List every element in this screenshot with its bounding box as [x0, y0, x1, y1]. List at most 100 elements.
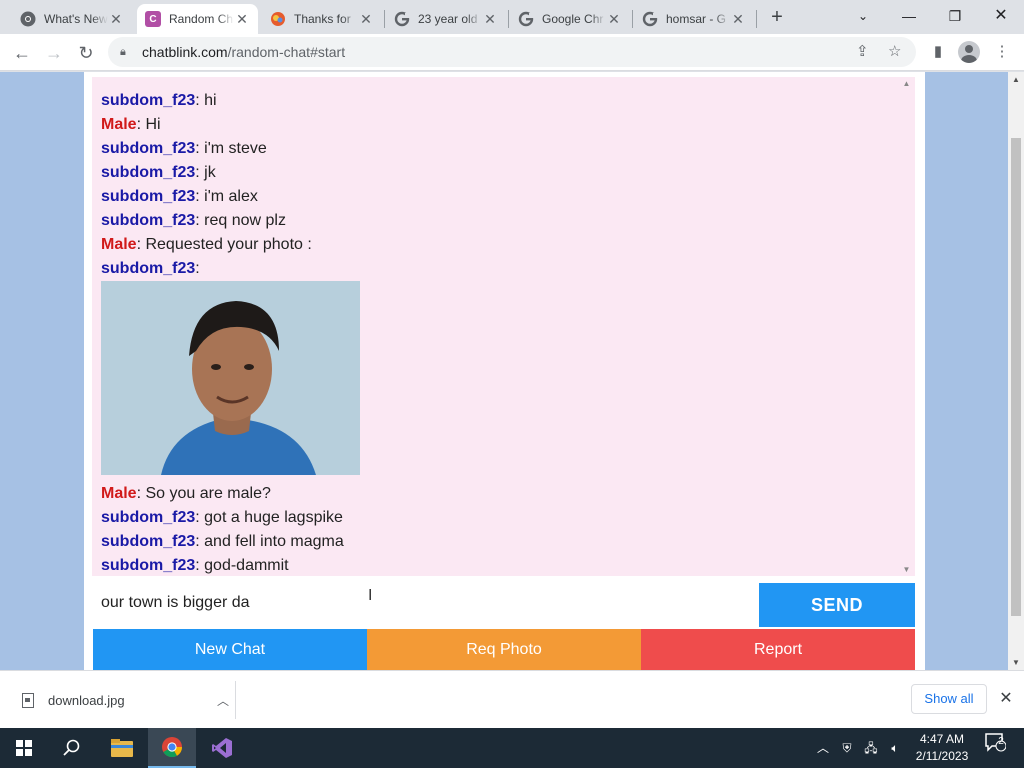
tab-title: Google Chr: [542, 12, 604, 26]
scroll-up-icon[interactable]: ▲: [898, 79, 915, 88]
tab-title: homsar - G: [666, 12, 727, 26]
notification-icon[interactable]: 2: [980, 728, 1010, 768]
tab-23-year-old[interactable]: 23 year old ✕: [386, 4, 506, 34]
security-tray-icon[interactable]: ⛨: [836, 728, 858, 768]
download-item[interactable]: download.jpg ︿: [10, 681, 236, 719]
volume-icon[interactable]: 🔈︎: [884, 728, 906, 768]
message-separator: :: [195, 188, 205, 205]
message-separator: :: [195, 260, 200, 277]
text-cursor-icon: I: [368, 587, 373, 604]
tab-title: 23 year old: [418, 12, 478, 26]
message-input[interactable]: [92, 579, 759, 627]
scroll-up-icon[interactable]: ▲: [1008, 75, 1024, 84]
chat-actions: New Chat Req Photo Report: [93, 629, 915, 670]
tab-separator: [384, 10, 385, 28]
clock-date: 2/11/2023: [915, 749, 969, 763]
close-icon[interactable]: ✕: [996, 685, 1016, 713]
tab-google-chrome[interactable]: Google Chr ✕: [510, 4, 630, 34]
message-text: req now plz: [204, 212, 286, 229]
address-bar[interactable]: 🔒︎ chatblink.com/random-chat#start ⇪ ☆: [108, 37, 916, 67]
close-tab-icon[interactable]: ✕: [358, 11, 374, 28]
scrollbar-thumb[interactable]: [1011, 138, 1021, 616]
clock-time: 4:47 AM: [919, 732, 965, 746]
windows-start-icon[interactable]: [0, 728, 48, 768]
shared-photo[interactable]: [101, 281, 360, 475]
chat-message: subdom_f23: god-dammit: [101, 554, 289, 576]
message-author: subdom_f23: [101, 533, 196, 550]
reload-icon[interactable]: ↻: [73, 40, 99, 66]
tab-separator: [756, 10, 757, 28]
message-author: subdom_f23: [101, 509, 196, 526]
minimize-icon[interactable]: —: [886, 0, 932, 32]
message-text: i'm alex: [204, 188, 258, 205]
scroll-down-icon[interactable]: ▼: [1008, 658, 1024, 667]
message-text: Requested your photo :: [145, 236, 312, 253]
file-explorer-icon[interactable]: [98, 728, 146, 768]
message-author: Male: [101, 485, 137, 502]
chat-message: Male: So you are male?: [101, 482, 271, 506]
scroll-down-icon[interactable]: ▼: [898, 565, 915, 574]
chat-message: subdom_f23: i'm steve: [101, 137, 267, 161]
show-all-button[interactable]: Show all: [911, 684, 987, 714]
network-icon[interactable]: 🖧︎: [860, 728, 882, 768]
tab-whats-new[interactable]: What's New ✕: [12, 4, 132, 34]
close-tab-icon[interactable]: ✕: [108, 11, 124, 28]
tab-separator: [508, 10, 509, 28]
chat-message: subdom_f23: hi: [101, 89, 217, 113]
message-separator: :: [195, 533, 205, 550]
message-author: Male: [101, 116, 137, 133]
message-author: subdom_f23: [101, 557, 196, 574]
new-chat-button[interactable]: New Chat: [93, 629, 367, 670]
chrome-icon: [20, 11, 36, 27]
chrome-taskbar-icon[interactable]: [148, 728, 196, 768]
message-separator: :: [195, 164, 205, 181]
search-icon[interactable]: [48, 728, 96, 768]
report-button[interactable]: Report: [641, 629, 915, 670]
bookmark-star-icon[interactable]: ☆: [888, 37, 901, 67]
chat-log[interactable]: subdom_f23: hi Male: Hi subdom_f23: i'm st…: [92, 77, 898, 576]
new-tab-icon[interactable]: +: [766, 6, 788, 28]
profile-avatar-icon[interactable]: [958, 41, 980, 63]
tab-random-chat[interactable]: C Random Chat ✕: [137, 4, 258, 34]
browser-toolbar: ← → ↻ 🔒︎ chatblink.com/random-chat#start…: [0, 34, 1024, 71]
lock-icon: 🔒︎: [120, 45, 126, 58]
message-separator: :: [195, 212, 205, 229]
chat-message: subdom_f23: req now plz: [101, 209, 286, 233]
download-file-name: download.jpg: [48, 692, 125, 708]
colorful-icon: [270, 11, 286, 27]
restore-icon[interactable]: ❐: [932, 0, 978, 32]
message-author: subdom_f23: [101, 164, 196, 181]
message-text: jk: [204, 164, 216, 181]
close-window-icon[interactable]: ✕: [978, 0, 1024, 32]
message-separator: :: [195, 557, 205, 574]
back-arrow-icon[interactable]: ←: [9, 40, 35, 66]
chevron-up-tray-icon[interactable]: ︿: [812, 728, 834, 768]
clock[interactable]: 4:47 AM 2/11/2023: [904, 731, 980, 765]
close-tab-icon[interactable]: ✕: [234, 11, 250, 28]
message-text: Hi: [145, 116, 161, 133]
visual-studio-icon[interactable]: [198, 728, 246, 768]
tab-homsar[interactable]: homsar - G ✕: [634, 4, 754, 34]
message-separator: :: [195, 140, 205, 157]
message-author: subdom_f23: [101, 212, 196, 229]
share-icon[interactable]: ⇪: [856, 37, 869, 67]
google-icon: [642, 11, 658, 27]
send-button[interactable]: SEND: [759, 583, 915, 627]
close-tab-icon[interactable]: ✕: [606, 11, 622, 28]
req-photo-button[interactable]: Req Photo: [367, 629, 641, 670]
chat-message: subdom_f23:: [101, 257, 200, 281]
chevron-up-icon[interactable]: ︿: [211, 692, 235, 709]
tab-title: Thanks for: [294, 12, 351, 26]
close-tab-icon[interactable]: ✕: [482, 11, 498, 28]
chat-message: subdom_f23: jk: [101, 161, 216, 185]
tab-search-chevron-icon[interactable]: ⌄: [840, 0, 886, 32]
google-icon: [518, 11, 534, 27]
tab-thanks-for[interactable]: Thanks for ✕: [262, 4, 382, 34]
chat-log-scrollbar[interactable]: ▲ ▼: [898, 77, 915, 576]
page-scrollbar[interactable]: ▲ ▼: [1008, 72, 1024, 670]
message-author: Male: [101, 236, 137, 253]
close-tab-icon[interactable]: ✕: [730, 11, 746, 28]
more-menu-icon[interactable]: ⋮: [990, 40, 1014, 64]
forward-arrow-icon[interactable]: →: [41, 40, 67, 66]
side-panel-icon[interactable]: ▮: [926, 40, 950, 64]
